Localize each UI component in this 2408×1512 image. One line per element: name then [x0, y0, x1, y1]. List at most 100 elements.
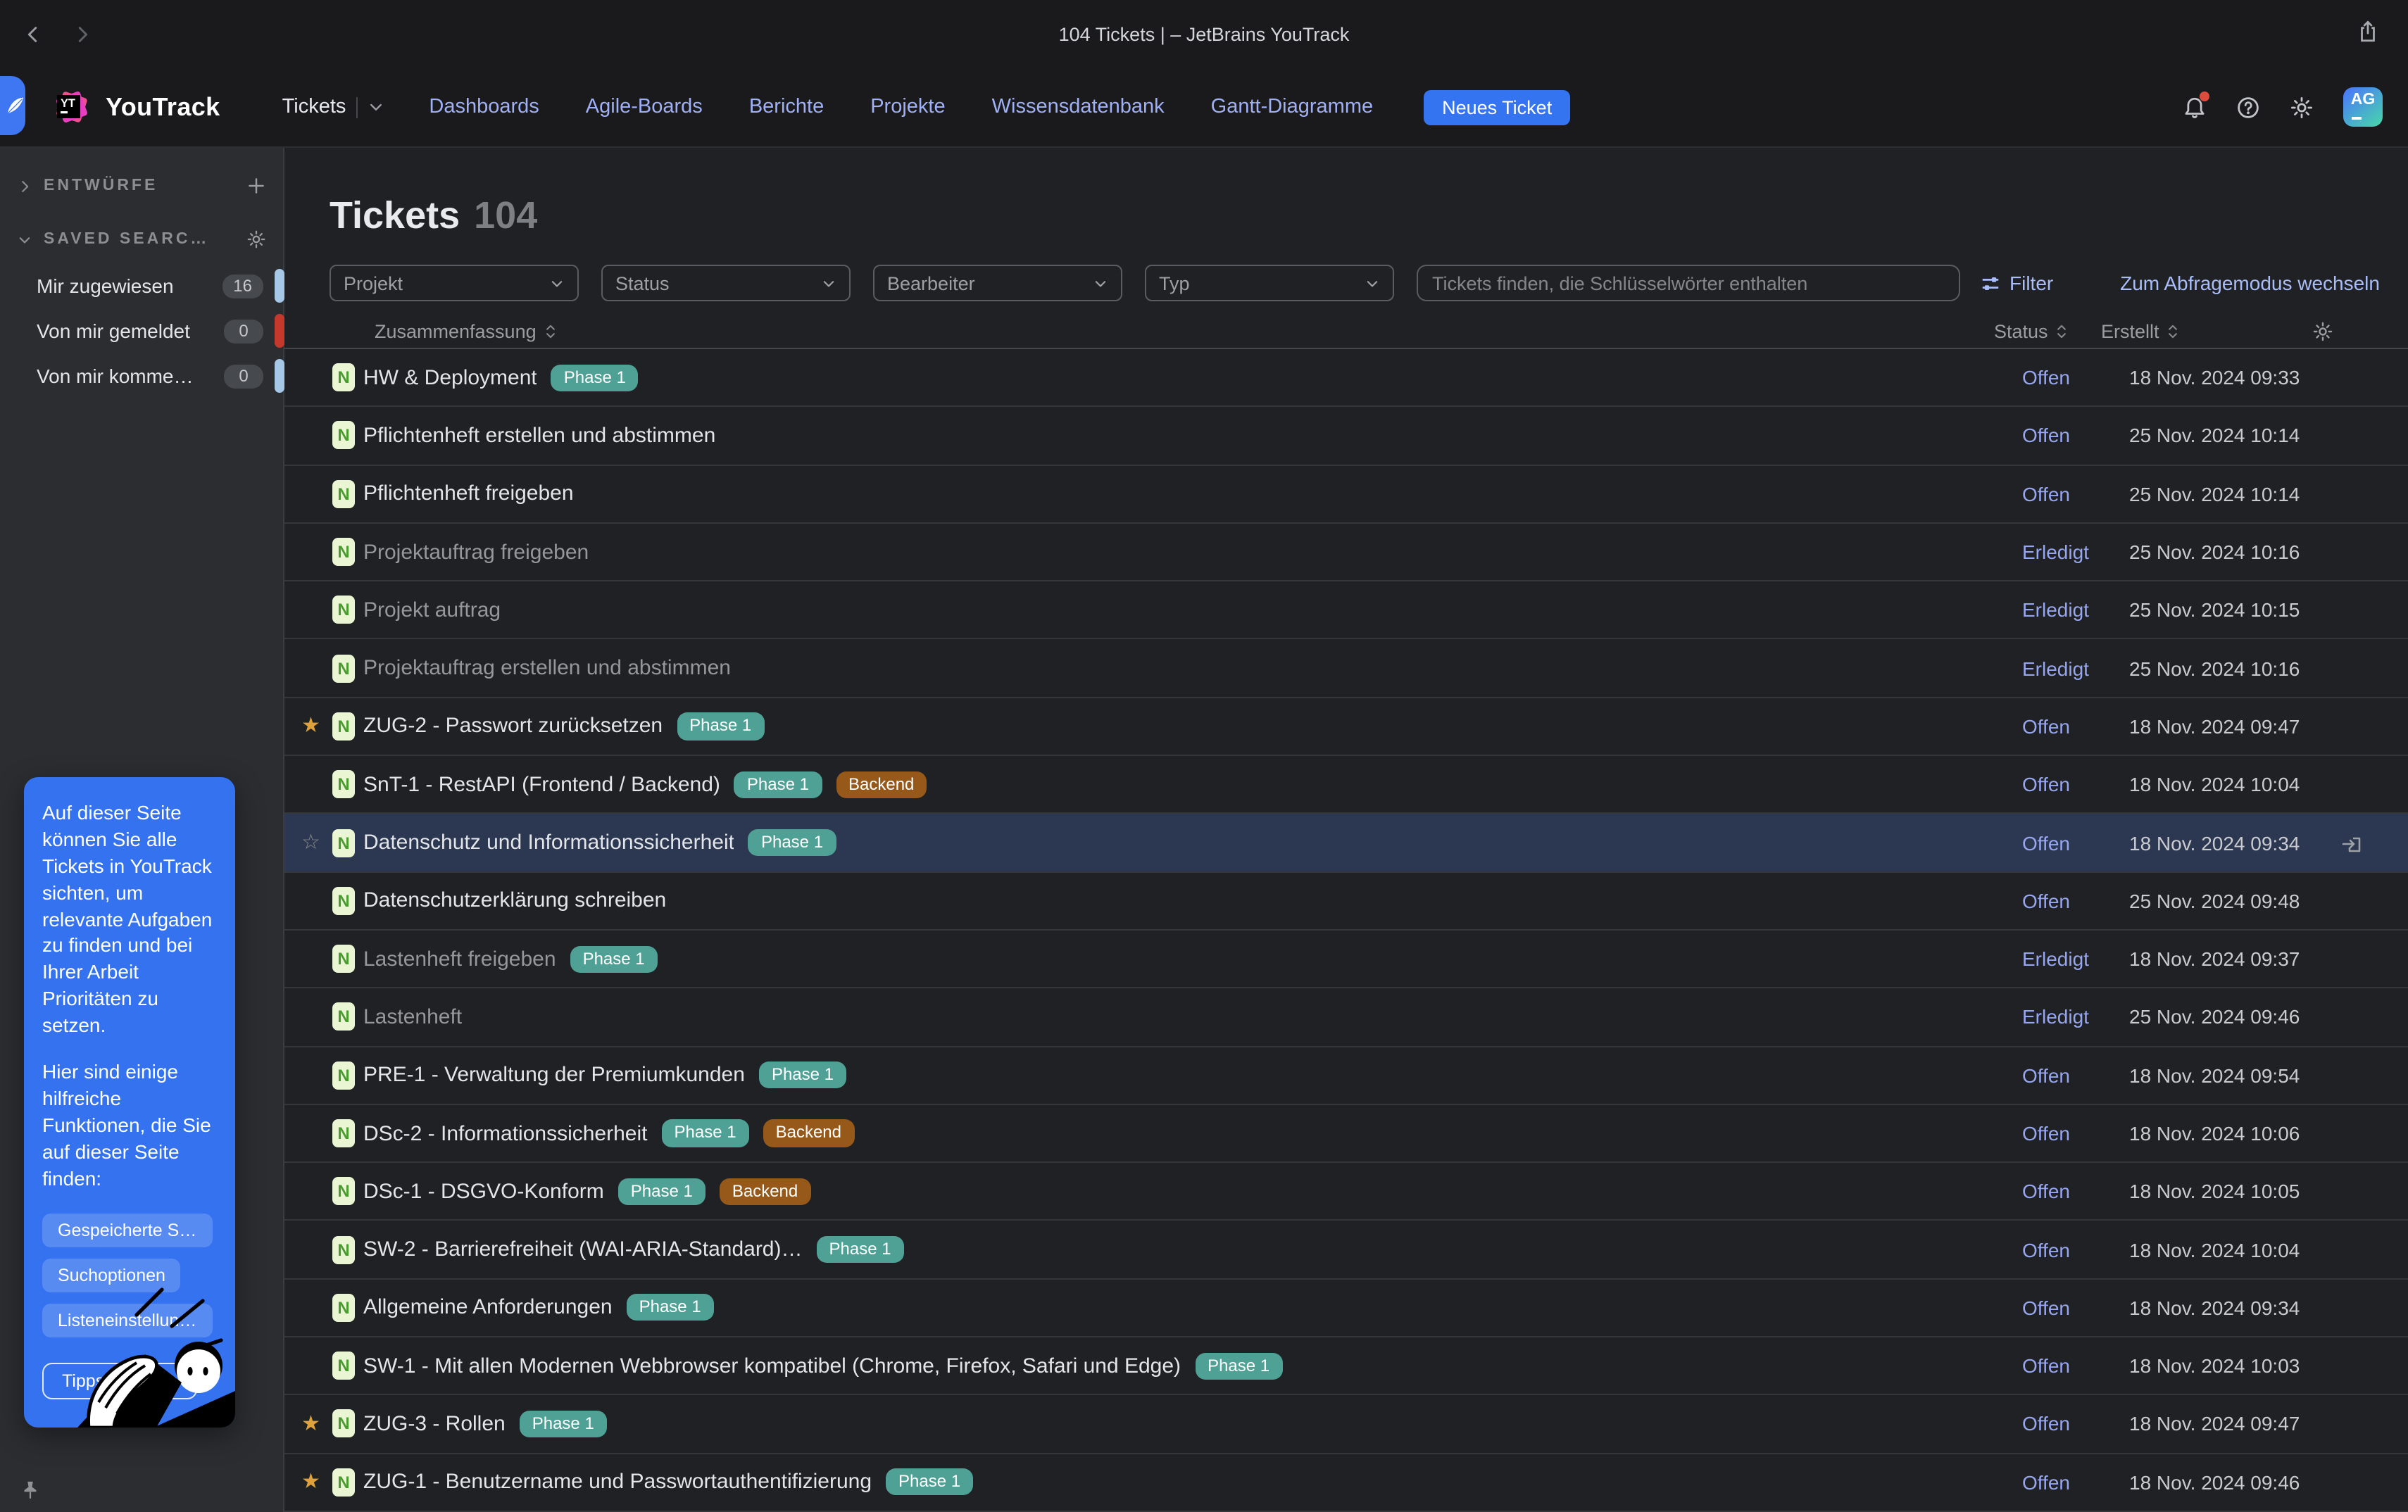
ticket-title[interactable]: Lastenheft freigeben	[363, 947, 556, 971]
tag-badge[interactable]: Backend	[836, 771, 927, 798]
status-link[interactable]: Offen	[2022, 482, 2129, 505]
ticket-title[interactable]: PRE-1 - Verwaltung der Premiumkunden	[363, 1063, 745, 1087]
tag-badge[interactable]: Phase 1	[677, 713, 764, 740]
ticket-title[interactable]: Datenschutz und Informationssicherheit	[363, 831, 734, 855]
tickets-menu[interactable]: Tickets	[282, 96, 384, 118]
star-icon[interactable]: ☆	[301, 832, 332, 853]
pin-icon[interactable]	[20, 1480, 41, 1501]
chevron-right-icon[interactable]	[17, 178, 32, 194]
filter-dropdown[interactable]: Typ	[1145, 265, 1394, 301]
sidebar-saved-search-item[interactable]: Mir zugewiesen 16	[0, 263, 283, 308]
status-link[interactable]: Erledigt	[2022, 599, 2129, 622]
forward-icon[interactable]	[72, 23, 93, 44]
status-link[interactable]: Offen	[2022, 1471, 2129, 1494]
table-row[interactable]: N SW-1 - Mit allen Modernen Webbrowser k…	[284, 1337, 2408, 1396]
tag-badge[interactable]: Phase 1	[520, 1411, 607, 1437]
tooltip-feature-button[interactable]: Suchoptionen	[42, 1259, 181, 1293]
sidebar-section-saved-searches[interactable]: SAVED SEARC…	[0, 218, 283, 260]
back-icon[interactable]	[23, 23, 44, 44]
status-link[interactable]: Offen	[2022, 715, 2129, 738]
tag-badge[interactable]: Phase 1	[817, 1236, 904, 1263]
table-row[interactable]: ☆ N Datenschutz und Informationssicherhe…	[284, 814, 2408, 873]
status-link[interactable]: Offen	[2022, 424, 2129, 447]
ticket-title[interactable]: ZUG-3 - Rollen	[363, 1412, 506, 1436]
table-row[interactable]: N Projektauftrag freigeben Erledigt 25 N…	[284, 524, 2408, 582]
ticket-title[interactable]: Pflichtenheft erstellen und abstimmen	[363, 424, 715, 448]
table-row[interactable]: N DSc-1 - DSGVO-KonformPhase 1Backend Of…	[284, 1163, 2408, 1221]
tag-badge[interactable]: Phase 1	[759, 1061, 846, 1088]
notifications-bell-icon[interactable]	[2183, 95, 2207, 119]
tag-badge[interactable]: Phase 1	[886, 1468, 973, 1495]
table-row[interactable]: N DSc-2 - InformationssicherheitPhase 1B…	[284, 1105, 2408, 1164]
sidebar-section-drafts[interactable]: ENTWÜRFE	[0, 165, 283, 207]
sidebar-saved-search-item[interactable]: Von mir komme… 0	[0, 353, 283, 398]
table-row[interactable]: N SnT-1 - RestAPI (Frontend / Backend)Ph…	[284, 756, 2408, 814]
tag-badge[interactable]: Phase 1	[551, 364, 639, 391]
table-row[interactable]: N HW & DeploymentPhase 1 Offen 18 Nov. 2…	[284, 349, 2408, 408]
status-column-header[interactable]: Status	[1994, 320, 2101, 341]
filter-button[interactable]: Filter	[1980, 272, 2053, 294]
filter-dropdown[interactable]: Status	[601, 265, 851, 301]
table-row[interactable]: N Projektauftrag erstellen und abstimmen…	[284, 640, 2408, 698]
table-row[interactable]: N Lastenheft freigebenPhase 1 Erledigt 1…	[284, 931, 2408, 989]
table-row[interactable]: N Projekt auftrag Erledigt 25 Nov. 2024 …	[284, 581, 2408, 640]
avatar[interactable]: AG	[2343, 87, 2383, 127]
search-input[interactable]: Tickets finden, die Schlüsselwörter enth…	[1417, 265, 1960, 301]
tooltip-feature-button[interactable]: Listeneinstellun…	[42, 1304, 212, 1338]
status-link[interactable]: Offen	[2022, 831, 2129, 854]
table-row[interactable]: ★ N ZUG-3 - RollenPhase 1 Offen 18 Nov. …	[284, 1396, 2408, 1454]
table-row[interactable]: N Pflichtenheft freigeben Offen 25 Nov. …	[284, 465, 2408, 524]
ticket-title[interactable]: SW-1 - Mit allen Modernen Webbrowser kom…	[363, 1354, 1181, 1378]
ticket-title[interactable]: Allgemeine Anforderungen	[363, 1296, 613, 1320]
nav-link[interactable]: Projekte	[870, 96, 945, 118]
status-link[interactable]: Offen	[2022, 773, 2129, 795]
table-row[interactable]: N SW-2 - Barrierefreiheit (WAI-ARIA-Stan…	[284, 1221, 2408, 1280]
tag-badge[interactable]: Phase 1	[1195, 1352, 1282, 1379]
chevron-down-icon[interactable]	[17, 232, 32, 247]
ticket-title[interactable]: SW-2 - Barrierefreiheit (WAI-ARIA-Standa…	[363, 1237, 803, 1261]
ticket-title[interactable]: Projekt auftrag	[363, 598, 501, 622]
status-link[interactable]: Erledigt	[2022, 657, 2129, 679]
status-link[interactable]: Erledigt	[2022, 947, 2129, 970]
ticket-title[interactable]: Pflichtenheft freigeben	[363, 481, 574, 505]
status-link[interactable]: Offen	[2022, 1354, 2129, 1377]
open-ticket-icon[interactable]	[2340, 831, 2380, 854]
ticket-title[interactable]: ZUG-1 - Benutzername und Passwortauthent…	[363, 1470, 872, 1494]
tooltip-feature-button[interactable]: Gespeicherte S…	[42, 1214, 212, 1248]
ticket-title[interactable]: DSc-2 - Informationssicherheit	[363, 1121, 648, 1145]
tag-badge[interactable]: Backend	[720, 1178, 810, 1204]
end-tips-button[interactable]: Tipps beenden	[42, 1363, 198, 1400]
star-icon[interactable]: ★	[301, 716, 332, 737]
settings-gear-icon[interactable]	[2290, 95, 2314, 119]
status-link[interactable]: Offen	[2022, 1413, 2129, 1435]
status-link[interactable]: Offen	[2022, 1238, 2129, 1261]
filter-dropdown[interactable]: Bearbeiter	[873, 265, 1122, 301]
status-link[interactable]: Offen	[2022, 1297, 2129, 1319]
status-link[interactable]: Offen	[2022, 1064, 2129, 1086]
star-icon[interactable]: ★	[301, 1472, 332, 1493]
ticket-title[interactable]: Projektauftrag erstellen und abstimmen	[363, 656, 731, 680]
ticket-title[interactable]: ZUG-2 - Passwort zurücksetzen	[363, 714, 663, 738]
tag-badge[interactable]: Phase 1	[627, 1294, 714, 1321]
ticket-title[interactable]: Lastenheft	[363, 1005, 462, 1029]
nav-link[interactable]: Dashboards	[429, 96, 539, 118]
table-row[interactable]: N Datenschutzerklärung schreiben Offen 2…	[284, 872, 2408, 931]
assistant-tab[interactable]	[0, 76, 25, 135]
tag-badge[interactable]: Backend	[763, 1120, 854, 1147]
filter-dropdown[interactable]: Projekt	[330, 265, 579, 301]
status-link[interactable]: Offen	[2022, 1122, 2129, 1145]
status-link[interactable]: Offen	[2022, 890, 2129, 912]
nav-link[interactable]: Agile-Boards	[586, 96, 703, 118]
nav-link[interactable]: Gantt-Diagramme	[1211, 96, 1373, 118]
tag-badge[interactable]: Phase 1	[570, 945, 658, 972]
tag-badge[interactable]: Phase 1	[734, 771, 822, 798]
query-mode-link[interactable]: Zum Abfragemodus wechseln	[2120, 272, 2380, 294]
sidebar-saved-search-item[interactable]: Von mir gemeldet 0	[0, 308, 283, 353]
status-link[interactable]: Erledigt	[2022, 1006, 2129, 1028]
nav-link[interactable]: Berichte	[749, 96, 824, 118]
status-link[interactable]: Erledigt	[2022, 541, 2129, 563]
chevron-down-icon[interactable]	[367, 99, 384, 115]
ticket-title[interactable]: DSc-1 - DSGVO-Konform	[363, 1180, 604, 1204]
star-icon[interactable]: ★	[301, 1413, 332, 1435]
ticket-title[interactable]: Datenschutzerklärung schreiben	[363, 889, 666, 913]
